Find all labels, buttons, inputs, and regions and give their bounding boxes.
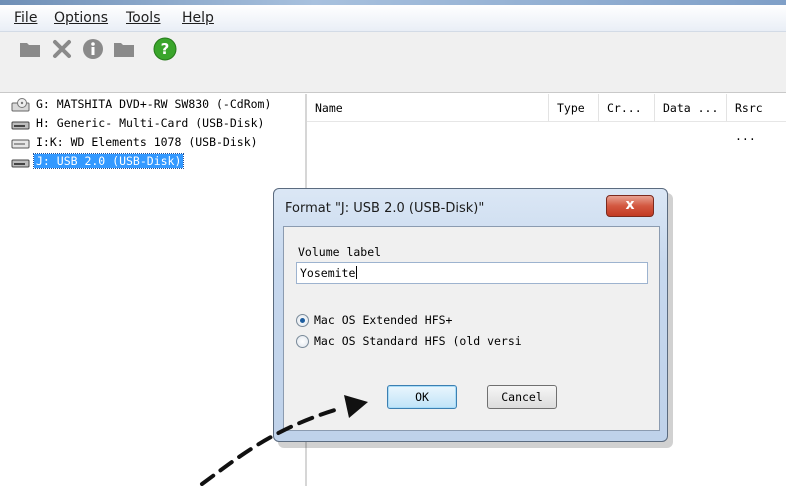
drive-item-j[interactable]: J: USB 2.0 (USB-Disk) [11, 153, 301, 171]
close-icon: x [625, 197, 635, 213]
menu-file-label: File [14, 10, 38, 26]
volume-label-input[interactable]: Yosemite [296, 262, 648, 284]
svg-text:?: ? [161, 40, 170, 58]
text-caret [356, 266, 358, 279]
column-header-type[interactable]: Type [549, 94, 599, 122]
drive-item-i[interactable]: I:K: WD Elements 1078 (USB-Disk) [11, 134, 301, 152]
drive-label: J: USB 2.0 (USB-Disk) [32, 153, 185, 169]
column-header-creator[interactable]: Cr... [599, 94, 655, 122]
drive-label: I:K: WD Elements 1078 (USB-Disk) [36, 135, 258, 149]
cdrom-drive-icon [11, 98, 31, 112]
menu-options-label: Options [54, 10, 109, 26]
drive-item-g[interactable]: G: MATSHITA DVD+-RW SW830 (-CdRom) [11, 96, 301, 114]
toolbar: ? [0, 32, 786, 93]
folder-icon[interactable] [18, 37, 42, 61]
radio-button[interactable] [296, 335, 309, 348]
column-header-rsrc-fork[interactable]: Rsrc ... [727, 94, 786, 143]
menu-help-label: Help [182, 10, 214, 26]
menu-tools[interactable]: Tools [126, 10, 161, 26]
radio-label: Mac OS Standard HFS (old versi [314, 334, 522, 348]
drive-label: H: Generic- Multi-Card (USB-Disk) [36, 116, 265, 130]
cancel-button[interactable]: Cancel [487, 385, 557, 409]
help-icon[interactable]: ? [153, 37, 177, 61]
menu-help[interactable]: Help [182, 10, 214, 26]
external-disk-icon [11, 136, 31, 150]
delete-x-icon[interactable] [50, 37, 74, 61]
radio-label: Mac OS Extended HFS+ [314, 313, 453, 327]
menu-bar: File Options Tools Help [0, 5, 786, 32]
close-button[interactable]: x [606, 195, 654, 217]
ok-button[interactable]: OK [387, 385, 457, 409]
column-header-name[interactable]: Name [307, 94, 549, 122]
drive-label: G: MATSHITA DVD+-RW SW830 (-CdRom) [36, 97, 272, 111]
format-dialog: Format "J: USB 2.0 (USB-Disk)" x Volume … [273, 188, 668, 442]
volume-label-caption: Volume label [298, 245, 382, 259]
usb-disk-icon [11, 155, 31, 169]
menu-options[interactable]: Options [54, 10, 108, 26]
dialog-title: Format "J: USB 2.0 (USB-Disk)" [285, 201, 485, 216]
radio-button-checked[interactable] [296, 314, 309, 327]
drive-item-h[interactable]: H: Generic- Multi-Card (USB-Disk) [11, 115, 301, 133]
info-icon[interactable] [81, 37, 105, 61]
menu-file[interactable]: File [14, 10, 37, 26]
drive-list: G: MATSHITA DVD+-RW SW830 (-CdRom) H: Ge… [5, 94, 307, 486]
usb-disk-icon [11, 117, 31, 131]
menu-tools-label: Tools [126, 10, 161, 26]
folder-icon[interactable] [112, 37, 136, 61]
column-header-data-fork[interactable]: Data ... [655, 94, 727, 122]
volume-label-value: Yosemite [300, 266, 356, 280]
dialog-body: Volume label Yosemite Mac OS Extended HF… [283, 226, 660, 431]
